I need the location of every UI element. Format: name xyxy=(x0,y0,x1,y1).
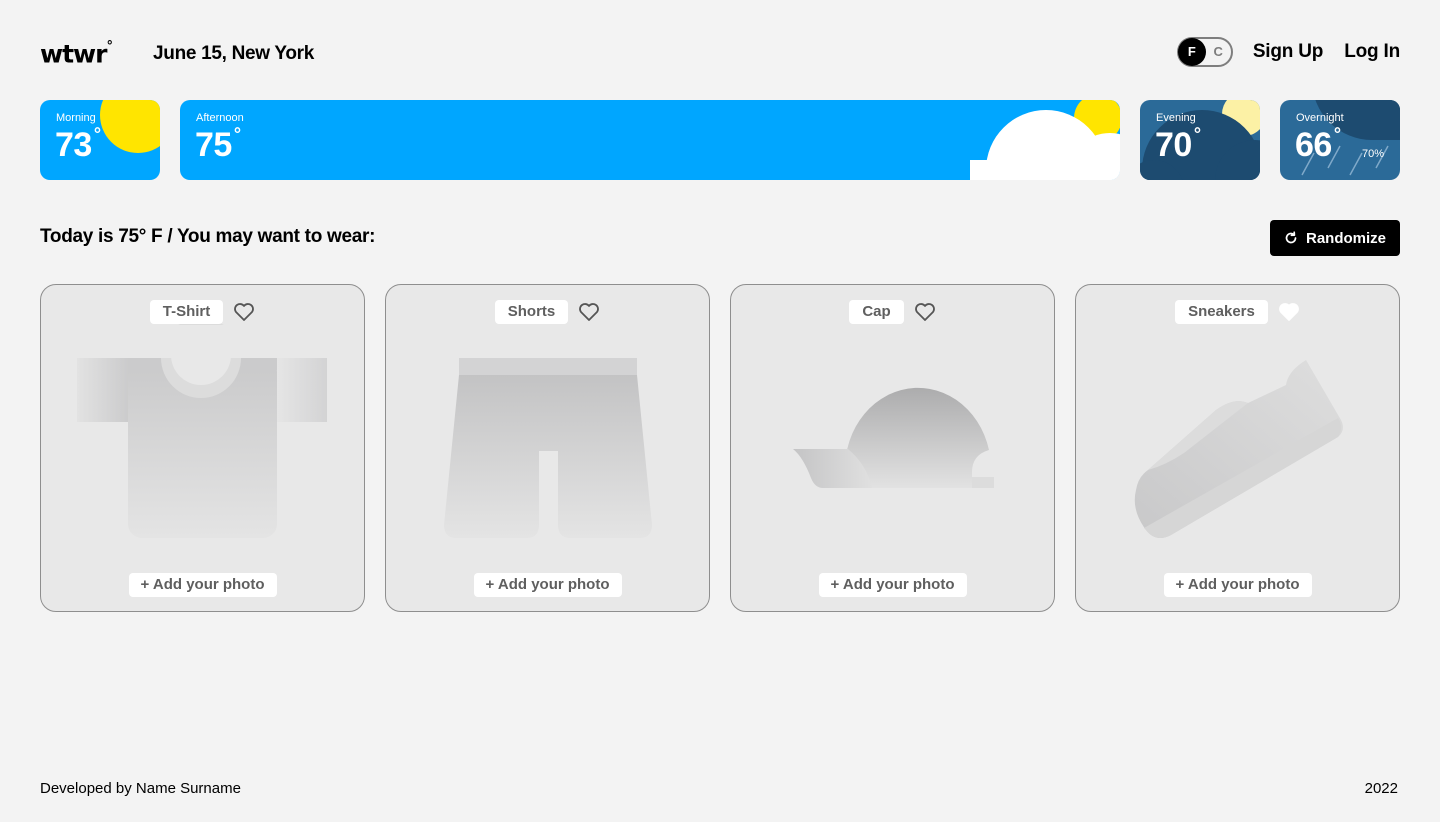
temperature: 66 ° xyxy=(1295,123,1341,164)
weather-card-overnight: Overnight 66 ° 70% xyxy=(1280,100,1400,180)
add-photo-button[interactable]: + Add your photo xyxy=(1163,573,1312,597)
item-card-sneakers[interactable]: Sneakers + Add your photo xyxy=(1075,284,1400,612)
period-label: Overnight xyxy=(1296,112,1344,124)
unit-f[interactable]: F xyxy=(1177,38,1206,66)
date-location: June 15, New York xyxy=(153,43,315,64)
shorts-icon xyxy=(444,358,652,538)
header: wtwr° June 15, New York F C Sign Up Log … xyxy=(40,36,1400,72)
log-in-link[interactable]: Log In xyxy=(1344,41,1400,63)
heart-outline-icon[interactable] xyxy=(914,302,936,322)
temperature: 73 ° xyxy=(55,123,101,164)
temperature: 75 ° xyxy=(195,123,241,164)
heart-outline-icon[interactable] xyxy=(578,302,600,322)
header-nav: F C Sign Up Log In xyxy=(1176,37,1400,67)
temperature: 70 ° xyxy=(1155,123,1201,164)
item-header: Sneakers xyxy=(1076,300,1399,324)
item-card-shorts[interactable]: Shorts + Add your photo xyxy=(385,284,710,612)
weather-card-morning: Morning 73 ° xyxy=(40,100,160,180)
randomize-button[interactable]: Randomize xyxy=(1270,220,1400,256)
sneakers-icon xyxy=(1134,360,1343,539)
temperature-unit-toggle[interactable]: F C xyxy=(1176,37,1233,67)
heart-outline-icon[interactable] xyxy=(233,302,255,322)
weather-card-evening: Evening 70 ° xyxy=(1140,100,1260,180)
item-card-cap[interactable]: Cap + Add your photo xyxy=(730,284,1055,612)
item-name: Sneakers xyxy=(1175,300,1268,324)
item-card-tshirt[interactable]: T-Shirt + Add your photo xyxy=(40,284,365,612)
sign-up-link[interactable]: Sign Up xyxy=(1253,41,1324,63)
item-header: T-Shirt xyxy=(41,300,364,324)
item-name: Cap xyxy=(849,300,904,324)
period-label: Afternoon xyxy=(196,112,244,124)
add-photo-button[interactable]: + Add your photo xyxy=(128,573,277,597)
logo[interactable]: wtwr° xyxy=(40,36,113,69)
refresh-icon xyxy=(1285,231,1297,244)
item-name: Shorts xyxy=(494,300,569,324)
period-label: Morning xyxy=(56,112,96,124)
logo-text: wtwr xyxy=(40,39,107,69)
clothing-items: T-Shirt + Add your photo Shorts + Add yo… xyxy=(40,284,1400,612)
heart-filled-icon[interactable] xyxy=(1278,302,1300,322)
item-name: T-Shirt xyxy=(149,300,224,324)
add-photo-button[interactable]: + Add your photo xyxy=(818,573,967,597)
add-photo-button[interactable]: + Add your photo xyxy=(473,573,622,597)
footer-year: 2022 xyxy=(1364,780,1398,797)
item-header: Shorts xyxy=(386,300,709,324)
partly-cloudy-icon xyxy=(970,100,1120,180)
footer-credit: Developed by Name Surname xyxy=(40,780,241,797)
suggestion-text: Today is 75° F / You may want to wear: xyxy=(40,226,376,247)
tshirt-icon xyxy=(77,318,327,538)
unit-c[interactable]: C xyxy=(1213,44,1222,59)
weather-card-afternoon: Afternoon 75 ° xyxy=(180,100,1120,180)
period-label: Evening xyxy=(1156,112,1196,124)
logo-degree: ° xyxy=(106,39,112,54)
cap-icon xyxy=(793,387,994,488)
randomize-label: Randomize xyxy=(1305,229,1386,247)
precipitation-chance: 70% xyxy=(1361,148,1384,160)
item-header: Cap xyxy=(731,300,1054,324)
